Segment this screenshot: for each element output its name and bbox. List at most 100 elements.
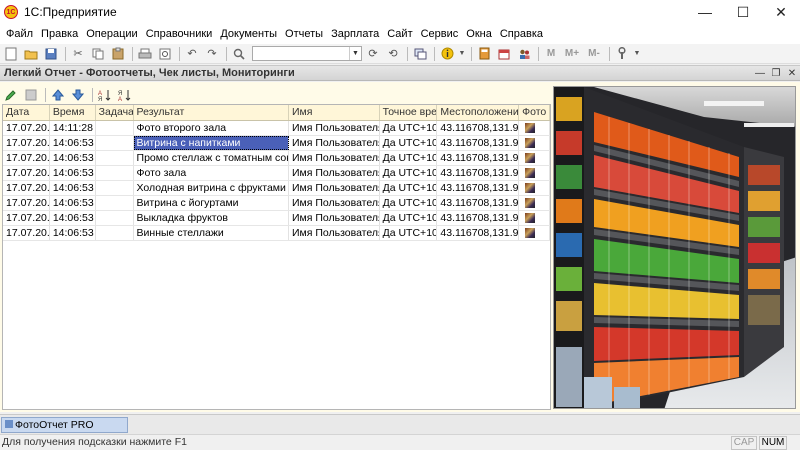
status-hint: Для получения подсказки нажмите F1 <box>2 436 187 448</box>
memory-plus-icon[interactable]: M+ <box>562 46 582 62</box>
preview-icon[interactable] <box>156 46 174 62</box>
column-header-result[interactable]: Результат <box>134 105 289 120</box>
menu-item-edit[interactable]: Правка <box>37 28 82 40</box>
subwindow-restore-button[interactable]: ❐ <box>768 66 784 80</box>
menu-item-operations[interactable]: Операции <box>82 28 141 40</box>
cell-name: Имя Пользователя <box>289 136 380 150</box>
cell-location: 43.116708,131.94... <box>437 211 520 225</box>
cell-photo[interactable] <box>519 181 550 195</box>
move-up-icon[interactable] <box>49 87 67 103</box>
photo-thumbnail-icon[interactable] <box>525 183 536 193</box>
copy-icon[interactable] <box>22 87 40 103</box>
tools-icon[interactable] <box>613 46 631 62</box>
menu-item-catalogs[interactable]: Справочники <box>142 28 217 40</box>
column-header-exact-time[interactable]: Точное вре... <box>380 105 438 120</box>
cell-photo[interactable] <box>519 136 550 150</box>
maximize-button[interactable]: ☐ <box>724 0 762 24</box>
photo-thumbnail-icon[interactable] <box>525 228 536 238</box>
chevron-down-icon[interactable]: ▼ <box>349 47 361 60</box>
menu-item-help[interactable]: Справка <box>496 28 547 40</box>
menu-item-file[interactable]: Файл <box>2 28 37 40</box>
cell-task <box>96 166 134 180</box>
undo-icon[interactable]: ↶ <box>183 46 201 62</box>
title-bar: 1С 1С:Предприятие — ☐ ✕ <box>0 0 800 24</box>
column-header-name[interactable]: Имя <box>289 105 380 120</box>
cut-icon[interactable]: ✂ <box>69 46 87 62</box>
cell-photo[interactable] <box>519 166 550 180</box>
menu-item-documents[interactable]: Документы <box>216 28 281 40</box>
main-toolbar: ✂ ↶ ↷ ▼ ⟳ ⟲ ▼ M M+ M- ▼ <box>0 44 800 64</box>
table-row[interactable]: 17.07.20... 14:06:53 Промо стеллаж с том… <box>3 151 550 166</box>
find-prev-icon[interactable]: ⟲ <box>384 46 402 62</box>
save-icon[interactable] <box>42 46 60 62</box>
window-icon[interactable] <box>411 46 429 62</box>
memory-icon[interactable]: M <box>542 46 560 62</box>
find-next-icon[interactable]: ⟳ <box>364 46 382 62</box>
edit-icon[interactable] <box>2 87 20 103</box>
move-down-icon[interactable] <box>69 87 87 103</box>
photo-thumbnail-icon[interactable] <box>525 213 536 223</box>
open-icon[interactable] <box>22 46 40 62</box>
subwindow-minimize-button[interactable]: — <box>752 66 768 80</box>
calculator-icon[interactable] <box>475 46 493 62</box>
memory-minus-icon[interactable]: M- <box>584 46 604 62</box>
table-row[interactable]: 17.07.20... 14:06:53 Витрина с напитками… <box>3 136 550 151</box>
table-row[interactable]: 17.07.20... 14:06:53 Выкладка фруктов Им… <box>3 211 550 226</box>
column-header-photo[interactable]: Фото <box>519 105 550 120</box>
sort-desc-icon[interactable]: ЯA <box>116 87 134 103</box>
toolbar-separator <box>226 46 227 61</box>
photo-thumbnail-icon[interactable] <box>525 198 536 208</box>
chevron-down-icon[interactable]: ▼ <box>458 46 466 62</box>
column-header-time[interactable]: Время <box>50 105 96 120</box>
table-row[interactable]: 17.07.20... 14:06:53 Винные стеллажи Имя… <box>3 226 550 241</box>
redo-icon[interactable]: ↷ <box>203 46 221 62</box>
menu-item-windows[interactable]: Окна <box>462 28 496 40</box>
close-button[interactable]: ✕ <box>762 0 800 24</box>
reports-table[interactable]: Дата Время Задача Результат Имя Точное в… <box>2 104 551 410</box>
print-icon[interactable] <box>136 46 154 62</box>
cell-photo[interactable] <box>519 226 550 240</box>
column-header-date[interactable]: Дата <box>3 105 50 120</box>
table-row[interactable]: 17.07.20... 14:06:53 Витрина с йогуртами… <box>3 196 550 211</box>
table-row[interactable]: 17.07.20... 14:06:53 Фото зала Имя Польз… <box>3 166 550 181</box>
menu-item-site[interactable]: Сайт <box>383 28 416 40</box>
minimize-button[interactable]: — <box>686 0 724 24</box>
cell-result: Промо стеллаж с томатным соком <box>134 151 289 165</box>
cell-photo[interactable] <box>519 196 550 210</box>
form-toolbar: AЯ ЯA <box>2 86 136 104</box>
cell-time: 14:06:53 <box>50 211 96 225</box>
toolbar-separator <box>92 88 93 102</box>
column-header-task[interactable]: Задача <box>96 105 134 120</box>
calendar-icon[interactable] <box>495 46 513 62</box>
cell-time: 14:06:53 <box>50 226 96 240</box>
search-icon[interactable] <box>230 46 248 62</box>
cell-location: 43.116708,131.94... <box>437 151 520 165</box>
search-input[interactable]: ▼ <box>252 46 362 61</box>
table-row[interactable]: 17.07.20... 14:06:53 Холодная витрина с … <box>3 181 550 196</box>
paste-icon[interactable] <box>109 46 127 62</box>
cell-task <box>96 211 134 225</box>
menu-item-salary[interactable]: Зарплата <box>327 28 383 40</box>
copy-icon[interactable] <box>89 46 107 62</box>
menu-item-service[interactable]: Сервис <box>417 28 463 40</box>
column-header-location[interactable]: Местоположение <box>437 105 520 120</box>
chevron-down-icon[interactable]: ▼ <box>633 46 641 62</box>
cell-result-selected[interactable]: Витрина с напитками <box>133 136 289 150</box>
photo-thumbnail-icon[interactable] <box>525 123 536 133</box>
cell-time: 14:06:53 <box>50 136 96 150</box>
photo-thumbnail-icon[interactable] <box>525 168 536 178</box>
cell-photo[interactable] <box>519 121 550 135</box>
num-lock-indicator: NUM <box>759 436 787 450</box>
taskbar-tab[interactable]: ФотоОтчет PRO <box>1 417 128 433</box>
new-icon[interactable] <box>2 46 20 62</box>
cell-photo[interactable] <box>519 151 550 165</box>
info-icon[interactable] <box>438 46 456 62</box>
sort-asc-icon[interactable]: AЯ <box>96 87 114 103</box>
menu-item-reports[interactable]: Отчеты <box>281 28 327 40</box>
cell-photo[interactable] <box>519 211 550 225</box>
users-icon[interactable] <box>515 46 533 62</box>
subwindow-close-button[interactable]: ✕ <box>784 66 800 80</box>
photo-thumbnail-icon[interactable] <box>525 138 536 148</box>
photo-thumbnail-icon[interactable] <box>525 153 536 163</box>
table-row[interactable]: 17.07.20... 14:11:28 Фото второго зала И… <box>3 121 550 136</box>
